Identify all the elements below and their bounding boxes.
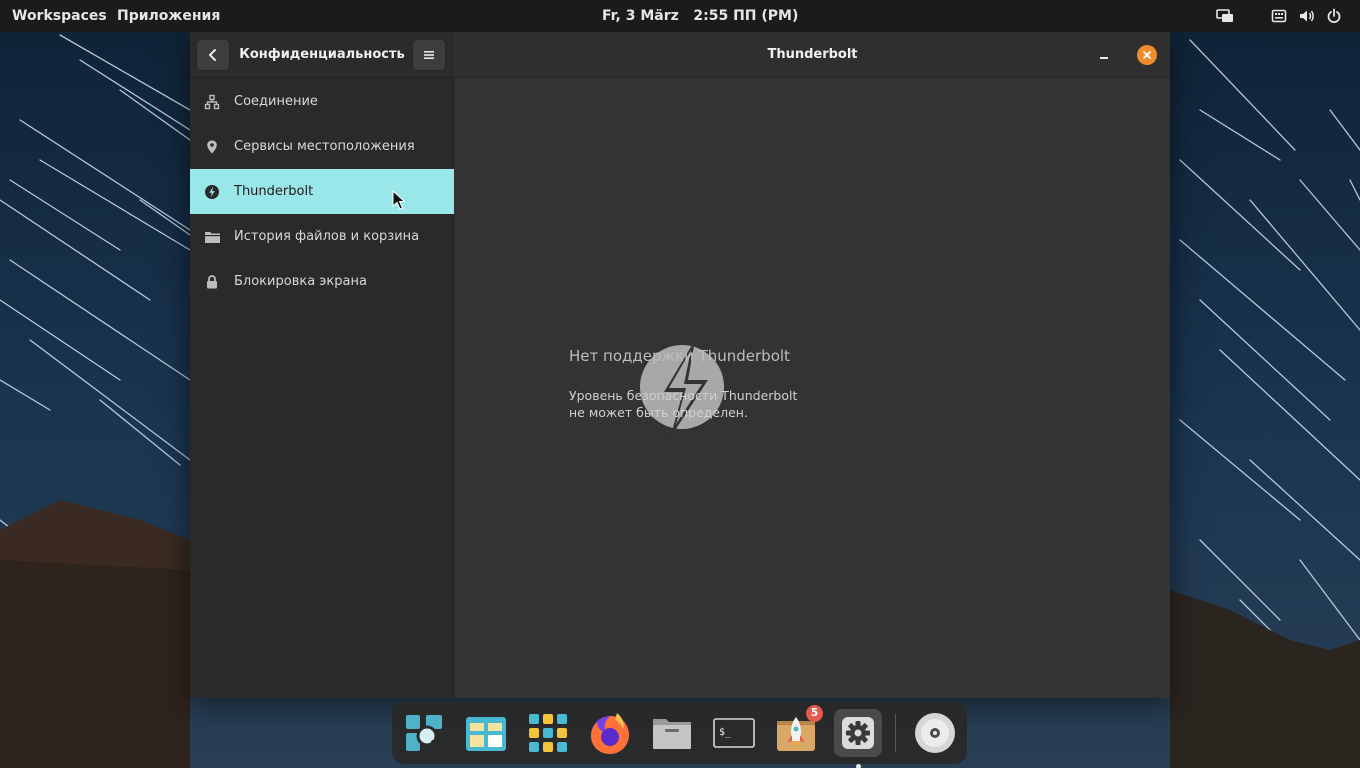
mouse-cursor-icon: [392, 190, 406, 210]
applications-button[interactable]: Приложения: [117, 0, 220, 32]
top-panel: Workspaces Приложения Fr, 3 März 2:55 ПП…: [0, 0, 1360, 32]
workspaces-button[interactable]: Workspaces: [12, 0, 107, 32]
firefox-icon: [591, 713, 629, 754]
sidebar-item-label: История файлов и корзина: [234, 229, 420, 244]
sidebar-item-label: Соединение: [234, 94, 318, 109]
power-icon[interactable]: [1326, 8, 1342, 24]
lock-icon: [190, 259, 234, 304]
close-button[interactable]: [1137, 45, 1157, 65]
sidebar-item-label: Сервисы местоположения: [234, 139, 415, 154]
dock-separator: [895, 714, 896, 752]
sidebar-item-label: Thunderbolt: [234, 184, 314, 199]
sidebar: Конфиденциальность Соединение Сервисы ме…: [190, 32, 454, 698]
sidebar-item-file-history-trash[interactable]: История файлов и корзина: [190, 214, 454, 259]
content-pane: Thunderbolt Нет поддержки Thunderbolt Ур…: [455, 32, 1170, 698]
sidebar-item-label: Блокировка экрана: [234, 274, 367, 289]
dock-item-files[interactable]: [648, 709, 696, 757]
empty-state-description-line: Уровень безопасности Thunderbolt: [569, 388, 798, 403]
empty-state-title: Нет поддержки Thunderbolt: [569, 347, 790, 365]
minimize-button[interactable]: [1095, 46, 1113, 64]
window-layout-icon: [466, 717, 506, 751]
back-button[interactable]: [196, 39, 230, 71]
menu-button[interactable]: [412, 39, 446, 71]
dock-item-window-layout[interactable]: [462, 709, 510, 757]
sidebar-item-thunderbolt[interactable]: Thunderbolt: [190, 169, 454, 214]
network-icon: [190, 79, 234, 124]
keyboard-icon[interactable]: [1271, 8, 1287, 24]
svg-text:$_: $_: [719, 727, 732, 738]
empty-state-description: Уровень безопасности Thunderbolt не може…: [569, 387, 899, 421]
sidebar-title: Конфиденциальность: [239, 47, 405, 62]
volume-icon[interactable]: [1298, 8, 1316, 24]
dock: $_ 5: [392, 702, 967, 768]
location-pin-icon: [190, 124, 234, 169]
page-title: Thunderbolt: [767, 47, 858, 62]
sidebar-item-screen-lock[interactable]: Блокировка экрана: [190, 259, 454, 304]
dock-item-settings[interactable]: [834, 709, 882, 768]
disc-icon: [915, 713, 955, 753]
sidebar-item-connection[interactable]: Соединение: [190, 79, 454, 124]
content-header: Thunderbolt: [455, 32, 1170, 78]
folder-icon: [190, 214, 234, 259]
display-icon[interactable]: [1216, 8, 1234, 24]
dock-item-firefox[interactable]: [586, 709, 634, 757]
dock-item-terminal[interactable]: $_: [710, 709, 758, 757]
hamburger-menu-icon: [424, 51, 434, 59]
chevron-left-icon: [209, 49, 216, 61]
gear-icon: [842, 717, 874, 749]
minimize-icon: [1100, 57, 1108, 59]
running-indicator: [856, 764, 861, 768]
empty-state-description-line: не может быть определен.: [569, 405, 748, 420]
store-update-badge: 5: [806, 705, 823, 722]
thunderbolt-icon: [190, 169, 234, 214]
folder-icon: [653, 719, 691, 749]
dock-item-disc[interactable]: [911, 709, 959, 757]
settings-window: Конфиденциальность Соединение Сервисы ме…: [190, 32, 1170, 698]
sidebar-item-location-services[interactable]: Сервисы местоположения: [190, 124, 454, 169]
dock-item-search[interactable]: [400, 709, 448, 757]
app-grid-icon: [529, 714, 567, 752]
dock-item-app-grid[interactable]: [524, 709, 572, 757]
sidebar-header: Конфиденциальность: [190, 32, 454, 78]
magnifier-icon: [406, 715, 443, 752]
terminal-icon: $_: [713, 718, 755, 748]
privacy-list: Соединение Сервисы местоположения Thunde…: [190, 79, 454, 304]
close-icon: [1143, 51, 1151, 59]
clock-date[interactable]: Fr, 3 März 2:55 ПП (PM): [602, 0, 798, 32]
